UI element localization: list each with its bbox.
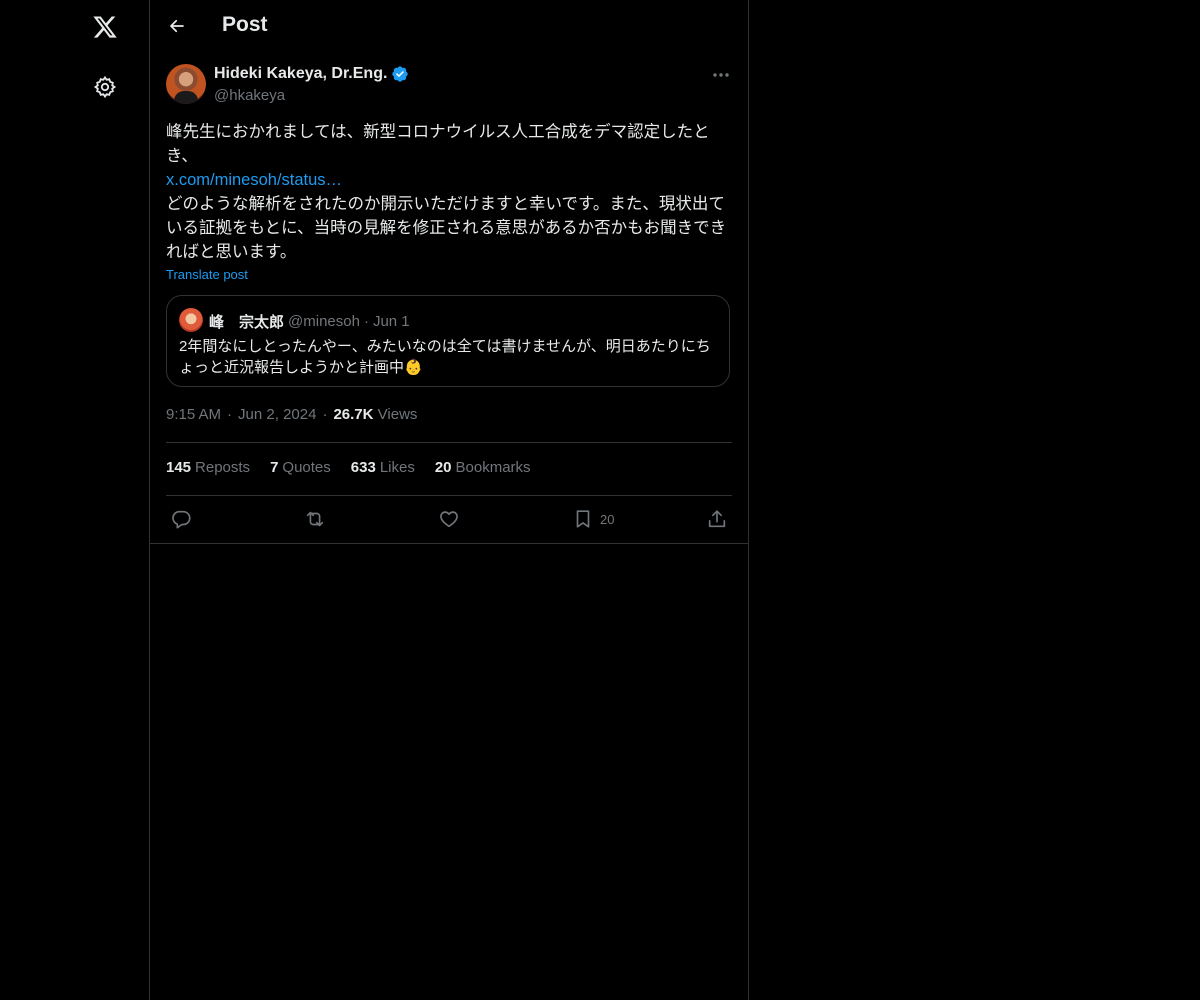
engagement-stats: 145 Reposts 7 Quotes 633 Likes 20 Bookmarks [166,459,531,476]
author-display-name[interactable]: Hideki Kakeya, Dr.Eng. [214,65,387,83]
meta-separator: · [227,406,233,423]
gear-icon[interactable] [92,74,118,100]
verified-badge-icon[interactable] [391,65,409,83]
bookmark-button[interactable]: 20 [572,506,614,532]
quote-date: Jun 1 [372,313,410,330]
share-button[interactable] [706,506,728,532]
likes-label: Likes [379,459,415,476]
action-bar: 20 [166,506,732,532]
likes-stat[interactable]: 633 Likes [351,459,415,476]
page-header: Post [150,0,748,54]
post-bottom-border [150,543,748,544]
author-name-line: Hideki Kakeya, Dr.Eng. [214,65,409,83]
like-button[interactable] [438,506,460,532]
quotes-count: 7 [270,459,279,476]
author-handle[interactable]: @hkakeya [214,87,285,104]
author-row: Hideki Kakeya, Dr.Eng. @hkakeya [166,64,732,106]
bookmark-count: 20 [600,511,615,527]
repost-icon [303,508,327,530]
post-detail-column: Post Hideki Kakeya, Dr.Eng. @hkakeya 峰先生… [149,0,749,1000]
bookmarks-stat[interactable]: 20 Bookmarks [435,459,531,476]
quote-text: 2年間なにしとったんやー、みたいなのは全ては書けませんが、明日あたりにちょっと近… [179,338,711,376]
meta-separator: · [322,406,328,423]
views-count: 26.7K [333,406,374,423]
quoted-post-card[interactable]: 峰 宗太郎 @minesoh · Jun 1 2年間なにしとったんやー、みたいな… [166,295,730,387]
quote-author-name: 峰 宗太郎 [209,314,285,331]
reply-icon [170,508,192,530]
translate-post-link[interactable]: Translate post [166,267,248,282]
quote-separator: · [363,313,369,330]
bookmarks-label: Bookmarks [455,459,531,476]
author-avatar[interactable] [166,64,206,104]
reposts-stat[interactable]: 145 Reposts [166,459,250,476]
views[interactable]: 26.7K Views [333,406,417,423]
arrow-left-icon[interactable] [166,15,188,37]
bookmarks-count: 20 [434,459,452,476]
more-options-icon[interactable] [710,66,732,84]
quote-author-handle: @minesoh [288,313,360,330]
x-logo-icon[interactable] [90,12,120,42]
left-navigation-rail [0,0,149,1000]
likes-count: 633 [350,459,376,476]
share-icon [706,508,728,530]
quote-author-avatar [179,308,203,332]
post-meta: 9:15 AM · Jun 2, 2024 · 26.7K Views [166,406,417,423]
post-date[interactable]: Jun 2, 2024 [238,406,316,423]
repost-button[interactable] [303,506,327,532]
quote-header: 峰 宗太郎 @minesoh · Jun 1 [209,311,410,332]
tweet-text-line1: 峰先生におかれましては、新型コロナウイルス人工合成をデマ認定したとき、 [166,123,710,165]
quotes-stat[interactable]: 7 Quotes [270,459,331,476]
page-title: Post [222,13,268,36]
reply-button[interactable] [170,506,192,532]
divider [166,442,732,443]
tweet-text: 峰先生におかれましては、新型コロナウイルス人工合成をデマ認定したとき、 x.co… [166,120,732,264]
reposts-count: 145 [166,459,192,476]
bookmark-icon [572,508,594,530]
reposts-label: Reposts [195,459,251,476]
quotes-label: Quotes [282,459,331,476]
heart-icon [438,508,460,530]
post-time[interactable]: 9:15 AM [166,406,221,423]
tweet-text-line2: どのような解析をされたのか開示いただけますと幸いです。また、現状出ている証拠をも… [166,195,727,261]
tweet-link[interactable]: x.com/minesoh/status… [166,171,342,189]
views-label: Views [377,406,418,423]
divider [166,495,732,496]
